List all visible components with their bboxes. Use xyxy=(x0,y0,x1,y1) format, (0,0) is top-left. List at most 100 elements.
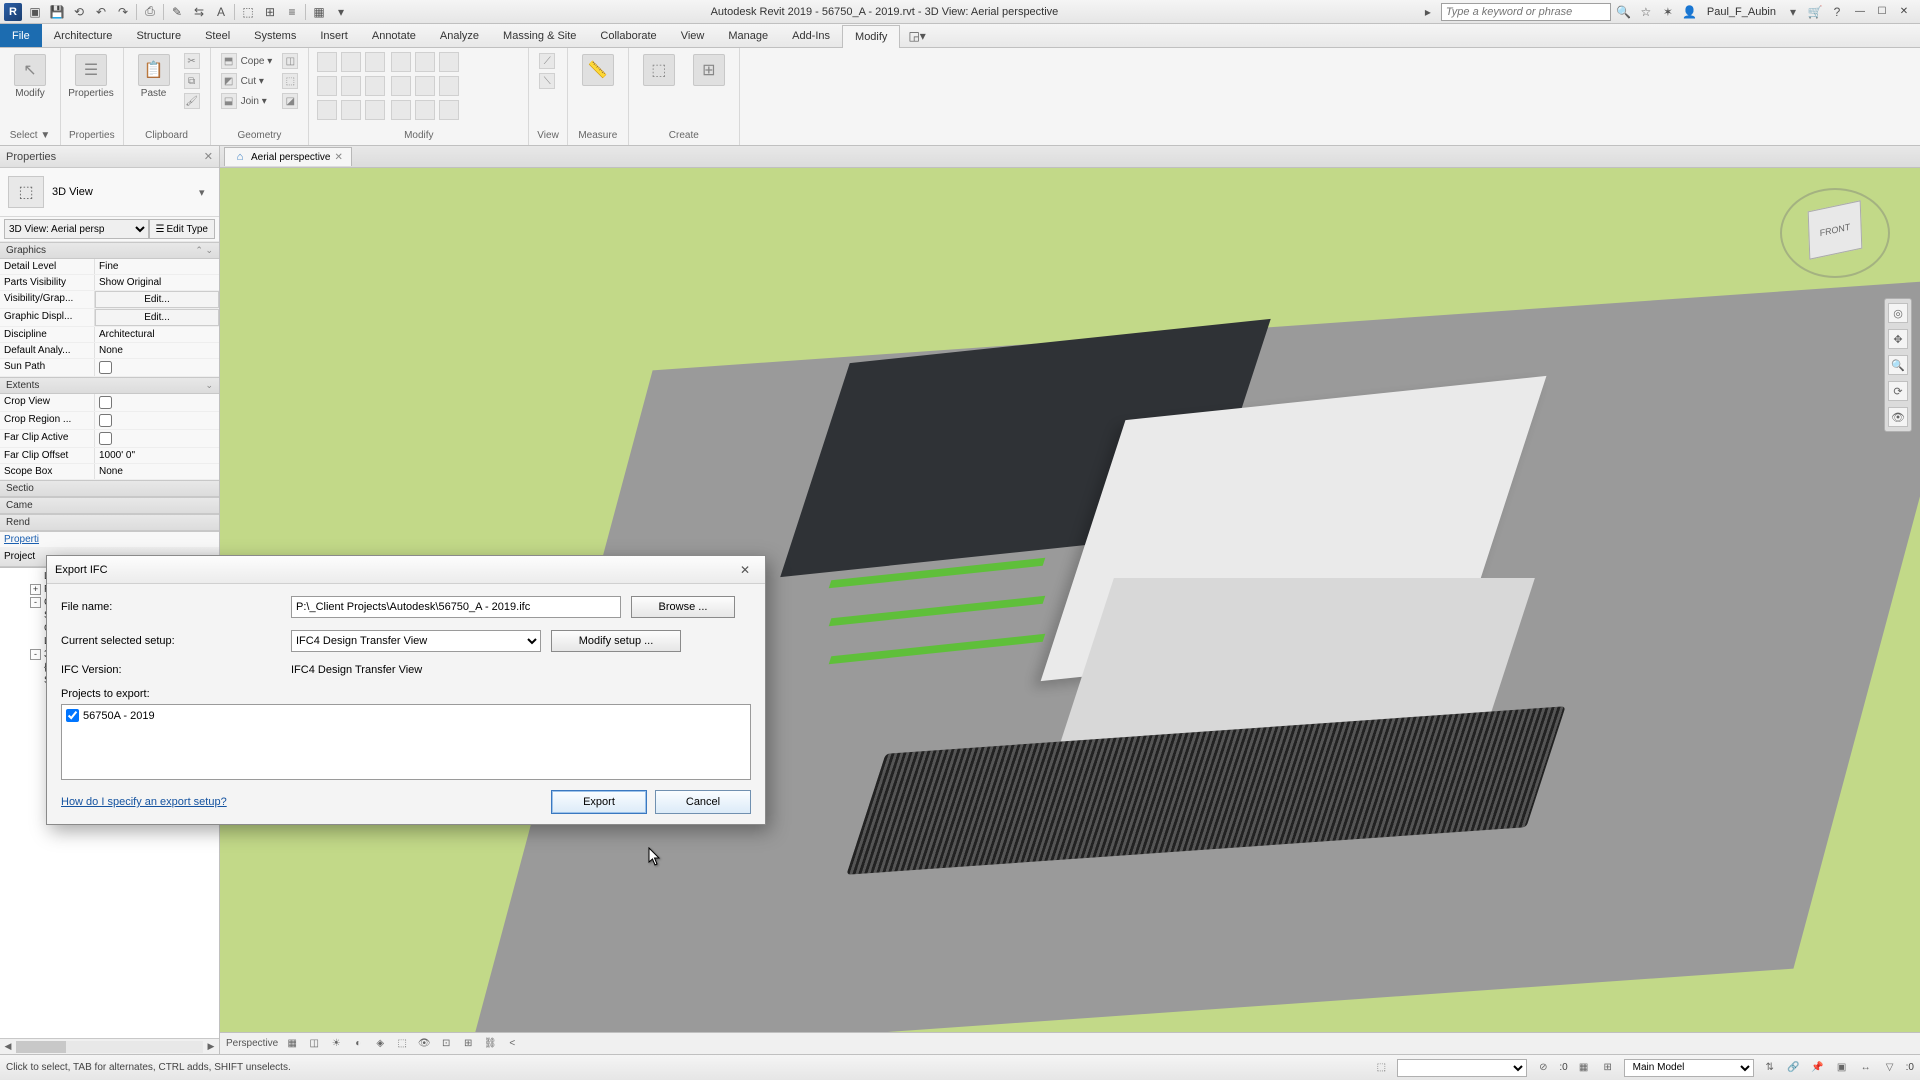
shadow-icon[interactable]: ◐ xyxy=(350,1036,366,1052)
extend-icon[interactable] xyxy=(415,76,435,96)
sb-workset-combo[interactable]: Main Model xyxy=(1624,1059,1754,1077)
rotate-icon[interactable] xyxy=(365,76,385,96)
projects-list[interactable]: 56750A - 2019 xyxy=(61,704,751,780)
view-cube[interactable]: FRONT xyxy=(1780,188,1890,278)
3d-icon[interactable]: ⬚ xyxy=(239,3,257,21)
undo-icon[interactable]: ↶ xyxy=(92,3,110,21)
tab-architecture[interactable]: Architecture xyxy=(42,24,125,47)
sync-icon[interactable]: ⟲ xyxy=(70,3,88,21)
project-checkbox[interactable] xyxy=(66,709,79,722)
open-icon[interactable]: ▣ xyxy=(26,3,44,21)
type-selector[interactable]: ⬚ 3D View ▾ xyxy=(0,168,219,217)
view2-button[interactable]: ⟍ xyxy=(537,72,557,90)
file-name-input[interactable] xyxy=(291,596,621,618)
mirror-icon[interactable] xyxy=(365,52,385,72)
sb-editable-icon[interactable]: ▦ xyxy=(1576,1060,1592,1076)
redo-icon[interactable]: ↷ xyxy=(114,3,132,21)
cart-icon[interactable]: 🛒 xyxy=(1806,3,1824,21)
prop-graphic-display[interactable]: Graphic Displ...Edit... xyxy=(0,309,219,327)
tab-modify[interactable]: Modify xyxy=(842,25,900,48)
sun-path-checkbox[interactable] xyxy=(99,361,112,374)
dialog-close-button[interactable]: ✕ xyxy=(733,560,757,580)
tab-manage[interactable]: Manage xyxy=(716,24,780,47)
section-icon[interactable]: ⊞ xyxy=(261,3,279,21)
pin-icon[interactable] xyxy=(391,52,411,72)
modify-button[interactable]: ↖ Modify xyxy=(8,52,52,101)
edit-type-button[interactable]: ☰Edit Type xyxy=(149,219,215,239)
thin-lines-icon[interactable]: ≡ xyxy=(283,3,301,21)
comm-icon[interactable]: ✶ xyxy=(1659,3,1677,21)
tab-insert[interactable]: Insert xyxy=(308,24,360,47)
scroll-thumb[interactable] xyxy=(16,1041,66,1053)
ribbon-expand-icon[interactable]: ◲▾ xyxy=(908,24,925,47)
pan-icon[interactable]: ✥ xyxy=(1888,329,1908,349)
prop-discipline[interactable]: DisciplineArchitectural xyxy=(0,327,219,343)
prop-far-clip-active[interactable]: Far Clip Active xyxy=(0,430,219,448)
offset-icon[interactable] xyxy=(341,52,361,72)
prop-detail-level[interactable]: Detail LevelFine xyxy=(0,259,219,275)
maximize-button[interactable]: ☐ xyxy=(1872,4,1892,20)
trim-icon[interactable] xyxy=(317,100,337,120)
tree-toggle-icon[interactable]: - xyxy=(30,649,41,660)
array-icon[interactable] xyxy=(365,100,385,120)
user-icon[interactable]: 👤 xyxy=(1681,3,1699,21)
tab-view[interactable]: View xyxy=(669,24,717,47)
search-icon[interactable]: 🔍 xyxy=(1615,3,1633,21)
detail-level-icon[interactable]: ▦ xyxy=(284,1036,300,1052)
tree-toggle-icon[interactable]: - xyxy=(30,597,41,608)
match-button[interactable]: 🖌 xyxy=(182,92,202,110)
tab-structure[interactable]: Structure xyxy=(124,24,193,47)
project-item[interactable]: 56750A - 2019 xyxy=(66,709,746,722)
render-icon[interactable]: ◈ xyxy=(372,1036,388,1052)
scroll-track[interactable] xyxy=(16,1041,203,1053)
help-link[interactable]: How do I specify an export setup? xyxy=(61,796,227,808)
sb-select-pinned-icon[interactable]: 📌 xyxy=(1810,1060,1826,1076)
tab-steel[interactable]: Steel xyxy=(193,24,242,47)
chevron-left-icon[interactable]: < xyxy=(504,1036,520,1052)
sb-exclude-icon[interactable]: ⊘ xyxy=(1535,1060,1551,1076)
sb-requests-icon[interactable]: ⇅ xyxy=(1762,1060,1778,1076)
tab-systems[interactable]: Systems xyxy=(242,24,308,47)
align-icon[interactable] xyxy=(317,52,337,72)
crop-view-checkbox[interactable] xyxy=(99,396,112,409)
info-center-icon[interactable]: ▸ xyxy=(1419,3,1437,21)
palette-close-icon[interactable]: ✕ xyxy=(204,150,213,163)
close-hidden-icon[interactable]: ▦ xyxy=(310,3,328,21)
assembly-icon[interactable] xyxy=(439,100,459,120)
browse-button[interactable]: Browse ... xyxy=(631,596,735,618)
delete-icon[interactable] xyxy=(439,52,459,72)
sun-icon[interactable]: ☀ xyxy=(328,1036,344,1052)
paste-button[interactable]: 📋 Paste xyxy=(132,52,176,101)
measure-icon[interactable]: ✎ xyxy=(168,3,186,21)
sb-workset-icon[interactable]: ⊞ xyxy=(1600,1060,1616,1076)
close-button[interactable]: ✕ xyxy=(1894,4,1914,20)
orbit-icon[interactable]: ⟳ xyxy=(1888,381,1908,401)
crop-icon[interactable]: ⬚ xyxy=(394,1036,410,1052)
group-graphics[interactable]: Graphics⌃ ⌄ xyxy=(0,242,219,259)
prop-visibility-graphics[interactable]: Visibility/Grap...Edit... xyxy=(0,291,219,309)
modify-setup-button[interactable]: Modify setup ... xyxy=(551,630,681,652)
sb-select-icon[interactable]: ⬚ xyxy=(1373,1060,1389,1076)
zoom-icon[interactable]: 🔍 xyxy=(1888,355,1908,375)
measure-button[interactable]: 📏 xyxy=(576,52,620,88)
save-icon[interactable]: 💾 xyxy=(48,3,66,21)
user-name[interactable]: Paul_F_Aubin xyxy=(1703,6,1780,18)
sb-drag-icon[interactable]: ↔ xyxy=(1858,1060,1874,1076)
prop-crop-view[interactable]: Crop View xyxy=(0,394,219,412)
cut-button[interactable]: ✂ xyxy=(182,52,202,70)
setup-select[interactable]: IFC4 Design Transfer View xyxy=(291,630,541,652)
properties-help-link[interactable]: Properti xyxy=(0,532,219,547)
group-icon[interactable] xyxy=(415,100,435,120)
search-input[interactable] xyxy=(1441,3,1611,21)
geo2-button[interactable]: ⬚ xyxy=(280,72,300,90)
sb-filter-icon[interactable]: ▽ xyxy=(1882,1060,1898,1076)
tab-file[interactable]: File xyxy=(0,24,42,47)
sign-in-icon[interactable]: ☆ xyxy=(1637,3,1655,21)
cope-button[interactable]: ⬒Cope ▾ xyxy=(219,52,275,70)
help-icon[interactable]: ? xyxy=(1828,3,1846,21)
text-icon[interactable]: A xyxy=(212,3,230,21)
properties-button[interactable]: ☰ Properties xyxy=(69,52,113,101)
prop-sun-path[interactable]: Sun Path xyxy=(0,359,219,377)
properties-header[interactable]: Properties ✕ xyxy=(0,146,219,168)
export-button[interactable]: Export xyxy=(551,790,647,814)
